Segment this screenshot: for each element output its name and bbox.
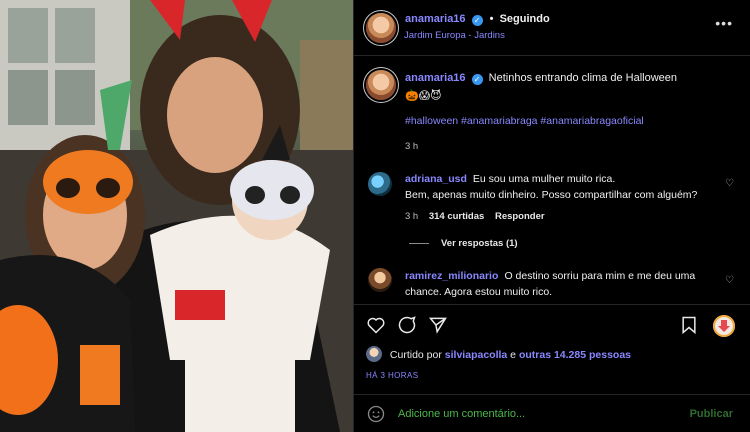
caption-body: anamaria16 ✓ Netinhos entrando clima de … bbox=[405, 72, 735, 102]
liked-by-conj: e bbox=[510, 349, 517, 361]
comment-text-line2: Bem, apenas muito dinheiro. Posso compar… bbox=[405, 189, 698, 201]
commenter-avatar[interactable] bbox=[368, 172, 392, 196]
author-avatar[interactable] bbox=[366, 13, 396, 43]
bookmark-icon[interactable] bbox=[679, 315, 699, 335]
caption-time: 3 h bbox=[405, 141, 419, 152]
comment-text-line2: chance. Agora estou muito rico. bbox=[405, 286, 553, 298]
replies-divider bbox=[409, 243, 429, 244]
comment-likes[interactable]: 314 curtidas bbox=[429, 211, 484, 222]
liked-by-others[interactable]: outras 14.285 pessoas bbox=[519, 349, 631, 361]
comment-input[interactable]: Adicione um comentário... bbox=[398, 408, 525, 420]
view-replies-button[interactable]: Ver respostas (1) bbox=[441, 238, 518, 249]
reply-button[interactable]: Responder bbox=[495, 211, 545, 222]
comment-item: adriana_usd Eu sou uma mulher muito rica… bbox=[354, 168, 750, 258]
comment-text-line1: O destino sorriu para mim e me deu uma bbox=[504, 270, 696, 282]
author-username[interactable]: anamaria16 bbox=[405, 13, 466, 25]
halloween-kids-photo bbox=[0, 0, 353, 432]
header-user-line: anamaria16 ✓ • Seguindo bbox=[405, 13, 550, 26]
comment-like-icon[interactable]: ♡ bbox=[725, 275, 735, 286]
publish-button[interactable]: Publicar bbox=[690, 408, 733, 420]
commenter-avatar[interactable] bbox=[368, 268, 392, 292]
post-timestamp[interactable]: HÁ 3 HORAS bbox=[366, 371, 418, 380]
caption-username[interactable]: anamaria16 bbox=[405, 72, 466, 84]
add-comment-bar: Adicione um comentário... Publicar bbox=[354, 394, 750, 432]
heart-icon[interactable] bbox=[366, 315, 386, 335]
comment-item: ramirez_milionario O destino sorriu para… bbox=[354, 265, 750, 303]
comment-username[interactable]: adriana_usd bbox=[405, 173, 467, 185]
caption-emojis: 🎃😱😈 bbox=[405, 90, 442, 102]
comment-time: 3 h bbox=[405, 211, 419, 222]
caption-hashtags[interactable]: #halloween #anamariabraga #anamariabraga… bbox=[405, 115, 644, 127]
liked-by-prefix: Curtido por bbox=[389, 349, 442, 361]
comment-icon[interactable] bbox=[397, 315, 417, 335]
comment-body: ramirez_milionario O destino sorriu para… bbox=[405, 268, 725, 300]
view-replies-label: Ver respostas (1) bbox=[441, 238, 518, 249]
header-separator: • bbox=[489, 13, 494, 25]
comment-like-icon[interactable]: ♡ bbox=[725, 178, 735, 189]
caption-author-avatar[interactable] bbox=[366, 70, 396, 100]
verified-badge-icon: ✓ bbox=[471, 15, 483, 26]
comment-username[interactable]: ramirez_milionario bbox=[405, 270, 498, 282]
liked-by-user[interactable]: silviapacolla bbox=[445, 349, 507, 361]
more-options-icon[interactable]: ••• bbox=[715, 15, 733, 31]
download-icon[interactable] bbox=[713, 315, 735, 337]
post-photo[interactable] bbox=[0, 0, 353, 432]
post-action-bar bbox=[354, 304, 750, 346]
comment-body: adriana_usd Eu sou uma mulher muito rica… bbox=[405, 171, 735, 203]
post-details-panel: anamaria16 ✓ • Seguindo Jardim Europa - … bbox=[353, 0, 750, 432]
post-header: anamaria16 ✓ • Seguindo Jardim Europa - … bbox=[354, 0, 750, 56]
post-location[interactable]: Jardim Europa - Jardins bbox=[404, 30, 505, 41]
instagram-post-view: anamaria16 ✓ • Seguindo Jardim Europa - … bbox=[0, 0, 750, 432]
caption-text: Netinhos entrando clima de Halloween bbox=[488, 72, 678, 84]
emoji-icon[interactable] bbox=[366, 404, 386, 424]
comment-text-line1: Eu sou uma mulher muito rica. bbox=[472, 173, 616, 185]
liker-avatar[interactable] bbox=[366, 346, 382, 362]
follow-status-button[interactable]: Seguindo bbox=[500, 13, 550, 25]
share-icon[interactable] bbox=[428, 315, 448, 335]
verified-badge-icon: ✓ bbox=[471, 74, 483, 85]
comment-meta: 3 h 314 curtidas Responder bbox=[405, 211, 545, 222]
likes-summary: Curtido por silviapacolla e outras 14.28… bbox=[366, 346, 746, 362]
